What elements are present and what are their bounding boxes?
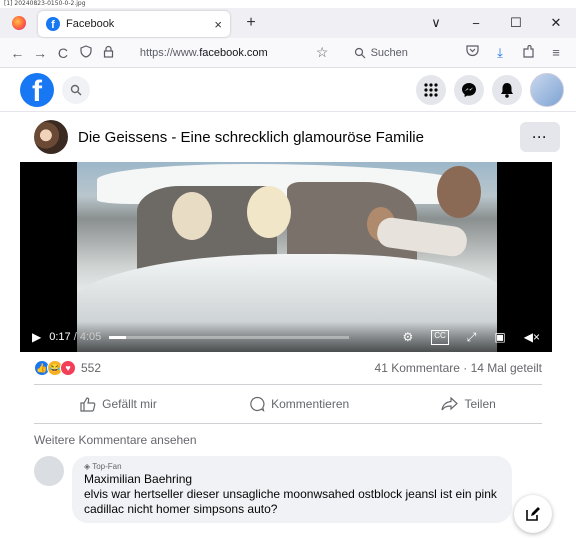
- video-controls: ▶ 0:17 / 4:05 ⚙ CC ⤢ ▣ ◀×: [20, 322, 552, 352]
- comment-icon: [250, 396, 265, 412]
- comment-count[interactable]: 41 Kommentare: [375, 361, 460, 375]
- reaction-count[interactable]: 552: [81, 361, 101, 375]
- back-button[interactable]: ←: [6, 45, 29, 61]
- more-options-button[interactable]: ···: [520, 122, 560, 152]
- comment-bubble: ◈ Top-Fan Maximilian Baehring elvis war …: [72, 456, 512, 523]
- badge-label: Top-Fan: [92, 462, 122, 471]
- reload-button[interactable]: C: [52, 45, 75, 61]
- tab-list-button[interactable]: ∨: [416, 15, 456, 31]
- search-placeholder: Suchen: [370, 46, 408, 59]
- share-count[interactable]: 14 Mal geteilt: [471, 361, 542, 375]
- firefox-view-button[interactable]: [0, 8, 38, 38]
- url-prefix: https://www.: [139, 46, 200, 59]
- comment-label: Kommentieren: [271, 397, 350, 411]
- page-title[interactable]: Die Geissens - Eine schrecklich glamourö…: [78, 129, 424, 146]
- facebook-favicon-icon: f: [46, 17, 60, 31]
- download-icon[interactable]: ⤓: [486, 45, 514, 61]
- page-avatar[interactable]: [34, 120, 68, 154]
- notifications-button[interactable]: [492, 74, 522, 105]
- firefox-icon: [12, 16, 26, 30]
- duration: / 4:05: [73, 331, 102, 343]
- share-button[interactable]: Teilen: [441, 397, 496, 411]
- video-time: 0:17 / 4:05: [49, 331, 101, 343]
- current-time: 0:17: [49, 331, 71, 343]
- compose-icon: [526, 507, 540, 521]
- pip-icon[interactable]: ▣: [494, 330, 505, 345]
- comment-avatar[interactable]: [34, 456, 64, 486]
- tab-title: Facebook: [66, 18, 115, 30]
- badge-icon: ◈: [84, 462, 91, 471]
- browser-nav-bar: ← → C https://www.facebook.com ☆ Suchen …: [0, 38, 576, 68]
- share-label: Teilen: [464, 397, 496, 411]
- video-progress-bar[interactable]: [109, 335, 350, 339]
- pocket-icon[interactable]: [458, 44, 486, 61]
- expand-icon[interactable]: ⤢: [467, 330, 477, 345]
- new-message-button[interactable]: [514, 495, 552, 533]
- shield-icon[interactable]: [74, 44, 97, 61]
- comment-author[interactable]: Maximilian Baehring: [84, 472, 500, 487]
- play-icon[interactable]: ▶: [32, 330, 41, 344]
- page-header: Die Geissens - Eine schrecklich glamourö…: [0, 112, 576, 162]
- comment-item: ◈ Top-Fan Maximilian Baehring elvis war …: [0, 452, 576, 527]
- browser-tab-facebook[interactable]: f Facebook ×: [38, 11, 230, 37]
- post-stats: 👍 😂 ♥ 552 41 Kommentare · 14 Mal geteilt: [0, 352, 576, 384]
- video-player[interactable]: ▶ 0:17 / 4:05 ⚙ CC ⤢ ▣ ◀×: [20, 162, 552, 352]
- menu-icon[interactable]: ≡: [542, 45, 570, 61]
- notifications-icon: [501, 82, 513, 98]
- facebook-logo[interactable]: f: [20, 72, 54, 107]
- captions-icon[interactable]: CC: [431, 329, 449, 345]
- browser-tab-strip: f Facebook × + ∨ − ☐ ✕: [0, 8, 576, 38]
- post-actions: Gefällt mir Kommentieren Teilen: [34, 384, 542, 424]
- share-icon: [441, 397, 459, 411]
- facebook-header: f: [0, 68, 576, 112]
- messenger-button[interactable]: [454, 74, 484, 105]
- url-bar[interactable]: https://www.facebook.com: [140, 47, 311, 59]
- comment-button[interactable]: Kommentieren: [249, 396, 349, 412]
- account-avatar[interactable]: [530, 72, 564, 107]
- minimize-button[interactable]: −: [456, 16, 496, 31]
- menu-grid-button[interactable]: [416, 74, 446, 105]
- close-window-button[interactable]: ✕: [536, 15, 576, 31]
- lock-icon[interactable]: [97, 45, 120, 61]
- forward-button[interactable]: →: [29, 45, 52, 61]
- mute-icon[interactable]: ◀×: [524, 330, 540, 345]
- top-fan-badge: ◈ Top-Fan: [84, 462, 500, 472]
- more-comments-link[interactable]: Weitere Kommentare ansehen: [0, 424, 576, 452]
- search-icon: [70, 84, 82, 95]
- new-tab-button[interactable]: +: [236, 14, 266, 32]
- like-label: Gefällt mir: [102, 397, 157, 411]
- screenshot-caption: [1] 20240823-0150-0-2.jpg: [4, 0, 86, 7]
- url-domain: facebook.com: [199, 46, 268, 59]
- thumbs-up-icon: [80, 396, 96, 412]
- maximize-button[interactable]: ☐: [496, 15, 536, 31]
- facebook-search-button[interactable]: [62, 75, 90, 104]
- extensions-icon[interactable]: [514, 44, 542, 61]
- settings-icon[interactable]: ⚙: [402, 330, 413, 345]
- search-icon: [354, 47, 365, 58]
- love-reaction-icon[interactable]: ♥: [60, 360, 76, 376]
- tab-close-icon[interactable]: ×: [214, 17, 222, 32]
- bookmark-star-icon[interactable]: ☆: [311, 44, 334, 61]
- comment-text: elvis war hertseller dieser unsagliche m…: [84, 487, 497, 516]
- like-button[interactable]: Gefällt mir: [80, 396, 157, 412]
- menu-grid-icon: [424, 82, 438, 97]
- stats-separator: ·: [463, 361, 468, 375]
- video-progress-fill: [109, 335, 127, 339]
- messenger-icon: [462, 82, 476, 97]
- search-input[interactable]: Suchen: [354, 47, 458, 59]
